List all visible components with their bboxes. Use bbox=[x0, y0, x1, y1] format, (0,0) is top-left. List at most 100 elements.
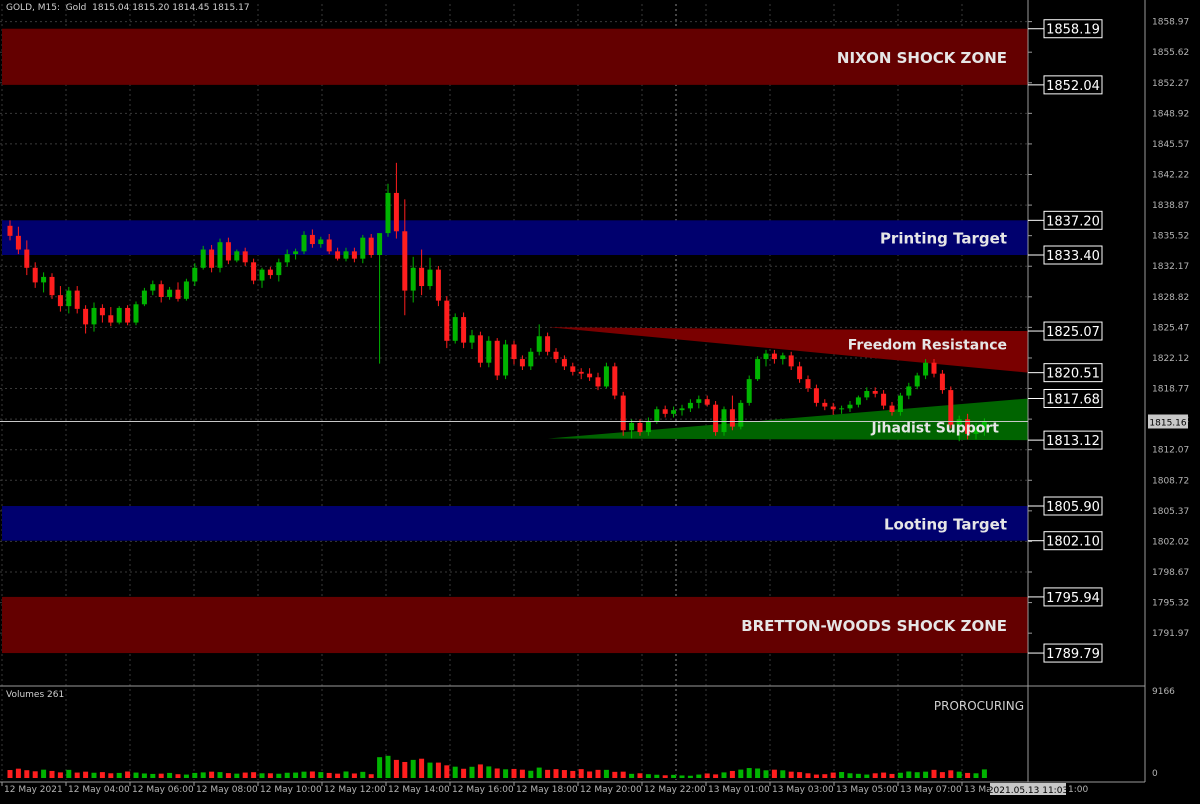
volume-bar bbox=[167, 772, 173, 778]
volume-bar bbox=[679, 775, 685, 778]
candle bbox=[175, 282, 181, 302]
volume-bar bbox=[687, 775, 693, 778]
volume-bar bbox=[377, 757, 383, 778]
volume-bar bbox=[578, 769, 584, 778]
volume-bar bbox=[620, 771, 626, 778]
candle-body bbox=[200, 249, 206, 268]
volume-bar bbox=[645, 774, 651, 778]
volume-bar bbox=[435, 762, 441, 778]
candle-body bbox=[897, 395, 903, 412]
candle bbox=[545, 332, 551, 356]
volume-bar bbox=[242, 772, 248, 778]
candle bbox=[587, 368, 593, 381]
volume-bar bbox=[486, 766, 492, 778]
candle-body bbox=[125, 307, 131, 323]
volume-bar bbox=[66, 769, 72, 778]
candle-body bbox=[847, 404, 853, 409]
candle-body bbox=[839, 408, 845, 410]
candle-body bbox=[771, 353, 777, 360]
x-tick-label: 13 May 05:00 bbox=[836, 785, 898, 795]
volume-bar bbox=[32, 771, 38, 778]
candle bbox=[116, 306, 122, 325]
volume-bar bbox=[822, 774, 828, 778]
candle-body bbox=[864, 391, 870, 398]
candle-body bbox=[66, 290, 72, 307]
candle bbox=[452, 313, 458, 344]
volume-bar bbox=[343, 771, 349, 778]
zone-3-bottom-label: 1789.79 bbox=[1046, 647, 1100, 662]
candle-body bbox=[419, 267, 425, 287]
candle bbox=[435, 265, 441, 307]
candle-body bbox=[108, 315, 114, 323]
candle-body bbox=[116, 307, 122, 323]
candle bbox=[259, 267, 265, 288]
candle bbox=[276, 258, 282, 282]
y-tick-label: 1795.32 bbox=[1152, 599, 1189, 609]
volume-bar bbox=[939, 772, 945, 778]
candle-body bbox=[91, 307, 97, 325]
support-level-label: 1813.12 bbox=[1046, 434, 1100, 449]
x-tick-label: 12 May 04:00 bbox=[68, 785, 130, 795]
volume-bar bbox=[217, 772, 223, 778]
candle bbox=[671, 406, 677, 418]
candle-body bbox=[822, 402, 828, 407]
candle-body bbox=[444, 300, 450, 341]
candle bbox=[855, 395, 861, 408]
candle bbox=[66, 286, 72, 314]
volume-bar bbox=[158, 773, 164, 778]
current-time-label: 2021.05.13 11:03 bbox=[988, 786, 1068, 796]
candle bbox=[393, 162, 399, 239]
candle-body bbox=[99, 307, 105, 316]
price-chart[interactable]: NIXON SHOCK ZONE Printing Target Looting T… bbox=[0, 0, 1200, 800]
zone-label-3: BRETTON-WOODS SHOCK ZONE bbox=[741, 617, 1007, 635]
x-tick-label: 12 May 2021 bbox=[4, 785, 63, 795]
candle-body bbox=[906, 386, 912, 396]
volume-bar bbox=[225, 773, 231, 778]
volume-bar bbox=[477, 764, 483, 778]
candle-body bbox=[620, 395, 626, 431]
candle bbox=[419, 249, 425, 296]
candle-body bbox=[158, 284, 164, 297]
candle-body bbox=[167, 289, 173, 297]
candle-body bbox=[612, 366, 618, 396]
volume-bar bbox=[133, 772, 139, 778]
level-0-label: 1820.51 bbox=[1046, 367, 1100, 382]
candle-body bbox=[855, 397, 861, 405]
volume-bar bbox=[956, 771, 962, 778]
y-tick-label: 1855.62 bbox=[1152, 48, 1189, 58]
candle-body bbox=[746, 379, 752, 403]
candle bbox=[461, 312, 467, 349]
y-tick-label: 1828.82 bbox=[1152, 293, 1189, 303]
volume-bar bbox=[746, 768, 752, 778]
candle-body bbox=[805, 379, 811, 389]
candle-body bbox=[671, 410, 677, 414]
candle-body bbox=[15, 235, 21, 250]
candle-body bbox=[360, 237, 366, 259]
candle bbox=[822, 399, 828, 411]
candle bbox=[746, 375, 752, 406]
y-tick-label: 1832.17 bbox=[1152, 262, 1189, 272]
candle-body bbox=[284, 254, 290, 263]
zone-label-1: Printing Target bbox=[880, 230, 1007, 248]
zone-1-bottom-label: 1833.40 bbox=[1046, 249, 1100, 264]
candle bbox=[158, 280, 164, 303]
candle-body bbox=[528, 351, 534, 367]
candle-body bbox=[788, 355, 794, 367]
volume-bar bbox=[830, 772, 836, 778]
volume-bar bbox=[839, 772, 845, 778]
zone-2 bbox=[2, 506, 1028, 541]
candle bbox=[133, 301, 139, 326]
candle-body bbox=[931, 362, 937, 374]
volume-bar bbox=[444, 765, 450, 778]
candle bbox=[805, 375, 811, 392]
volume-bar bbox=[671, 774, 677, 778]
candle-body bbox=[494, 340, 500, 376]
volume-bar bbox=[906, 771, 912, 778]
candle-body bbox=[326, 239, 332, 252]
candle-body bbox=[553, 351, 559, 360]
chart-window[interactable]: NIXON SHOCK ZONE Printing Target Looting T… bbox=[0, 0, 1200, 800]
candle-body bbox=[49, 276, 55, 296]
candle-body bbox=[519, 359, 525, 367]
candle-body bbox=[385, 192, 391, 234]
volume-bar bbox=[192, 772, 198, 778]
